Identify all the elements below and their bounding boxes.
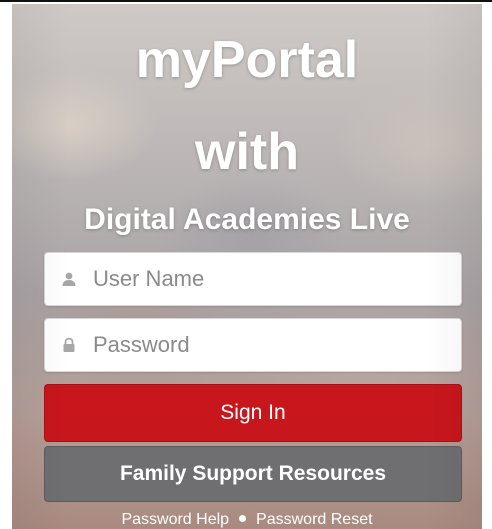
username-field[interactable]: [44, 252, 462, 306]
password-field[interactable]: [44, 318, 462, 372]
title-line-3: Digital Academies Live: [84, 203, 410, 236]
password-input[interactable]: [93, 319, 449, 371]
title-line-2: with: [195, 123, 299, 181]
login-screen: myPortal with Digital Academies Live Sig…: [0, 0, 492, 529]
password-help-link[interactable]: Password Help: [121, 511, 229, 528]
lock-icon: [63, 337, 75, 352]
sign-in-button[interactable]: Sign In: [44, 384, 462, 442]
title-line-1: myPortal: [135, 31, 359, 89]
password-reset-link[interactable]: Password Reset: [256, 511, 373, 528]
login-background: myPortal with Digital Academies Live Sig…: [12, 4, 482, 529]
username-input[interactable]: [93, 253, 449, 305]
footer-links: Password Help Password Reset: [12, 510, 482, 529]
separator-dot: [239, 515, 247, 523]
top-border: [0, 0, 492, 2]
user-icon: [62, 272, 76, 286]
family-support-resources-button[interactable]: Family Support Resources: [44, 446, 462, 502]
